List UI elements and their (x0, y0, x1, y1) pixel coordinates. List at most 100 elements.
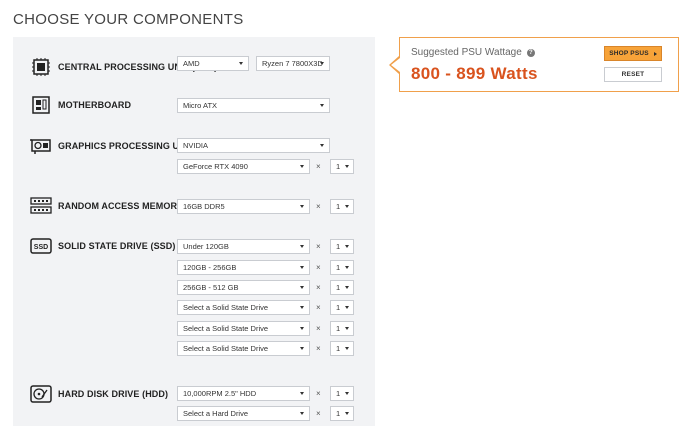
hdd-qty-1[interactable]: 1 (330, 386, 354, 401)
ssd-select-3[interactable]: 256GB - 512 GB (177, 280, 310, 295)
ssd-qty-6[interactable]: 1 (330, 341, 354, 356)
chevron-down-icon (300, 165, 304, 168)
chevron-down-icon (345, 286, 349, 289)
gpu-qty-value: 1 (336, 162, 341, 171)
chevron-down-icon (345, 205, 349, 208)
hdd-qty-value: 1 (336, 389, 341, 398)
motherboard-label: MOTHERBOARD (58, 100, 132, 110)
hdd-row-label: HARD DISK DRIVE (HDD) (30, 384, 168, 404)
ssd-select-6[interactable]: Select a Solid State Drive (177, 341, 310, 356)
reset-button[interactable]: RESET (604, 67, 662, 82)
ssd-icon: SSD (30, 236, 52, 256)
chevron-down-icon (345, 266, 349, 269)
ram-qty-value: 1 (336, 202, 341, 211)
ssd-qty-value: 1 (336, 303, 341, 312)
chevron-down-icon (300, 327, 304, 330)
help-icon[interactable]: ? (526, 48, 535, 57)
cpu-icon (30, 57, 52, 77)
gpu-brand-select[interactable]: NVIDIA (177, 138, 330, 153)
ssd-value: Select a Solid State Drive (183, 324, 269, 333)
chevron-down-icon (345, 392, 349, 395)
ssd-value: Under 120GB (183, 242, 229, 251)
ssd-qty-4[interactable]: 1 (330, 300, 354, 315)
cpu-brand-value: AMD (183, 59, 200, 68)
hdd-value: Select a Hard Drive (183, 409, 249, 418)
ssd-qty-value: 1 (336, 324, 341, 333)
psu-suggestion-box: Suggested PSU Wattage ? 800 - 899 Watts … (399, 37, 679, 92)
chevron-down-icon (300, 347, 304, 350)
times-symbol: × (316, 242, 321, 251)
chevron-down-icon (300, 412, 304, 415)
gpu-model-select[interactable]: GeForce RTX 4090 (177, 159, 310, 174)
chevron-down-icon (345, 245, 349, 248)
arrow-right-icon (653, 51, 657, 56)
chevron-down-icon (320, 144, 324, 147)
ssd-qty-2[interactable]: 1 (330, 260, 354, 275)
cpu-brand-select[interactable]: AMD (177, 56, 249, 71)
times-symbol: × (316, 303, 321, 312)
times-symbol: × (316, 409, 321, 418)
motherboard-select[interactable]: Micro ATX (177, 98, 330, 113)
ssd-select-5[interactable]: Select a Solid State Drive (177, 321, 310, 336)
shop-psus-button[interactable]: SHOP PSUS (604, 46, 662, 61)
motherboard-icon (30, 95, 52, 115)
hdd-value: 10,000RPM 2.5" HDD (183, 389, 257, 398)
ssd-qty-5[interactable]: 1 (330, 321, 354, 336)
chevron-down-icon (239, 62, 243, 65)
chevron-down-icon (300, 306, 304, 309)
ssd-select-1[interactable]: Under 120GB (177, 239, 310, 254)
chevron-down-icon (345, 327, 349, 330)
times-symbol: × (316, 263, 321, 272)
shop-psus-label: SHOP PSUS (609, 50, 649, 57)
hdd-select-2[interactable]: Select a Hard Drive (177, 406, 310, 421)
ssd-qty-3[interactable]: 1 (330, 280, 354, 295)
psu-label-row: Suggested PSU Wattage ? (411, 47, 535, 58)
ssd-row-label: SSD SOLID STATE DRIVE (SSD) (30, 236, 175, 256)
psu-callout-pointer-fill (391, 58, 400, 72)
times-symbol: × (316, 389, 321, 398)
chevron-down-icon (345, 412, 349, 415)
ram-value: 16GB DDR5 (183, 202, 225, 211)
times-symbol: × (316, 162, 321, 171)
ssd-value: 256GB - 512 GB (183, 283, 239, 292)
times-symbol: × (316, 324, 321, 333)
ssd-select-4[interactable]: Select a Solid State Drive (177, 300, 310, 315)
psu-watts: 800 - 899 Watts (411, 64, 538, 83)
chevron-down-icon (300, 245, 304, 248)
motherboard-value: Micro ATX (183, 101, 218, 110)
ssd-label: SOLID STATE DRIVE (SSD) (58, 241, 176, 251)
page-title: CHOOSE YOUR COMPONENTS (13, 11, 244, 28)
cpu-model-select[interactable]: Ryzen 7 7800X3D (256, 56, 330, 71)
chevron-down-icon (320, 104, 324, 107)
ssd-value: Select a Solid State Drive (183, 303, 269, 312)
ssd-qty-value: 1 (336, 283, 341, 292)
hdd-select-1[interactable]: 10,000RPM 2.5" HDD (177, 386, 310, 401)
ssd-qty-1[interactable]: 1 (330, 239, 354, 254)
ssd-qty-value: 1 (336, 263, 341, 272)
ssd-select-2[interactable]: 120GB - 256GB (177, 260, 310, 275)
ssd-qty-value: 1 (336, 242, 341, 251)
chevron-down-icon (300, 205, 304, 208)
gpu-qty-select[interactable]: 1 (330, 159, 354, 174)
times-symbol: × (316, 202, 321, 211)
gpu-brand-value: NVIDIA (183, 141, 209, 150)
chevron-down-icon (320, 62, 324, 65)
times-symbol: × (316, 283, 321, 292)
chevron-down-icon (345, 347, 349, 350)
chevron-down-icon (345, 165, 349, 168)
chevron-down-icon (300, 286, 304, 289)
ssd-icon-text: SSD (34, 244, 48, 251)
ram-qty-select[interactable]: 1 (330, 199, 354, 214)
ram-icon (30, 196, 52, 216)
chevron-down-icon (345, 306, 349, 309)
cpu-model-value: Ryzen 7 7800X3D (262, 59, 323, 68)
ssd-qty-value: 1 (336, 344, 341, 353)
components-panel: CENTRAL PROCESSING UNIT (CPU) AMD Ryzen … (13, 37, 375, 426)
times-symbol: × (316, 344, 321, 353)
hdd-icon (30, 384, 52, 404)
hdd-qty-2[interactable]: 1 (330, 406, 354, 421)
motherboard-row-label: MOTHERBOARD (30, 95, 131, 115)
ssd-value: Select a Solid State Drive (183, 344, 269, 353)
chevron-down-icon (300, 266, 304, 269)
ram-select[interactable]: 16GB DDR5 (177, 199, 310, 214)
